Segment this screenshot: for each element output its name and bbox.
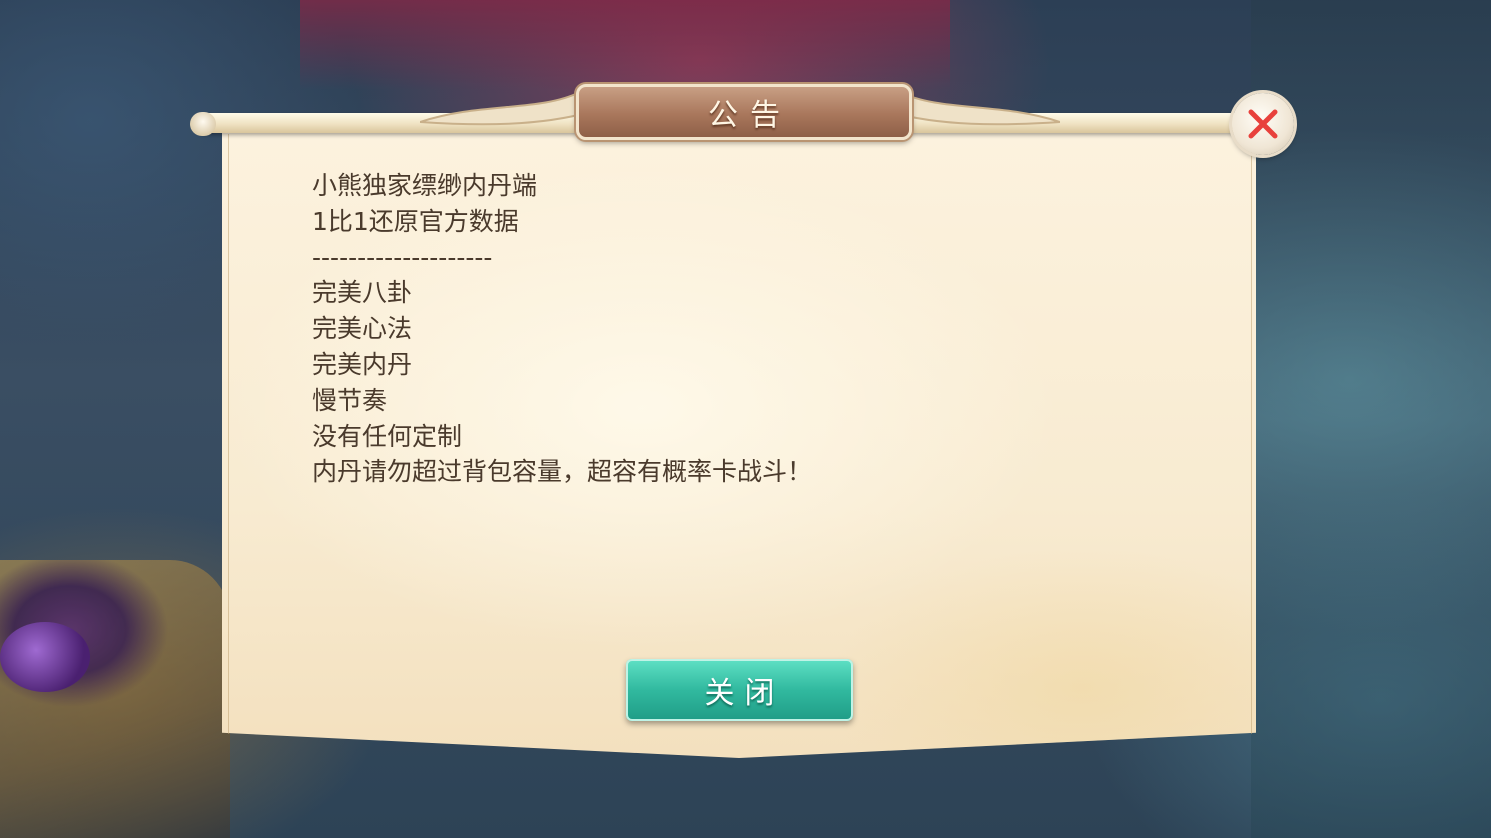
title-plaque: 公告	[576, 84, 912, 140]
announcement-text: 小熊独家缥缈内丹端 1比1还原官方数据 --------------------…	[312, 168, 1192, 490]
notice-divider: --------------------	[312, 242, 493, 272]
scroll-rod-cap	[190, 112, 216, 136]
notice-line: 慢节奏	[312, 385, 388, 415]
notice-line: 1比1还原官方数据	[312, 206, 519, 236]
notice-line: 小熊独家缥缈内丹端	[312, 171, 538, 200]
notice-line: 完美八卦	[312, 278, 413, 308]
background-character-cloth	[300, 0, 950, 90]
background-purple-orb	[0, 622, 90, 692]
notice-line: 完美心法	[312, 314, 413, 344]
background-staff-ornament	[0, 560, 230, 838]
notice-line: 没有任何定制	[312, 421, 463, 451]
close-x-icon	[1248, 109, 1278, 139]
notice-warning: 内丹请勿超过背包容量，超容有概率卡战斗！	[312, 457, 813, 487]
dialog-title: 公告	[708, 98, 792, 133]
close-button-label: 关闭	[704, 676, 785, 711]
close-button[interactable]: 关闭	[626, 659, 853, 721]
close-dialog-button[interactable]	[1232, 93, 1294, 155]
notice-line: 完美内丹	[312, 349, 413, 379]
